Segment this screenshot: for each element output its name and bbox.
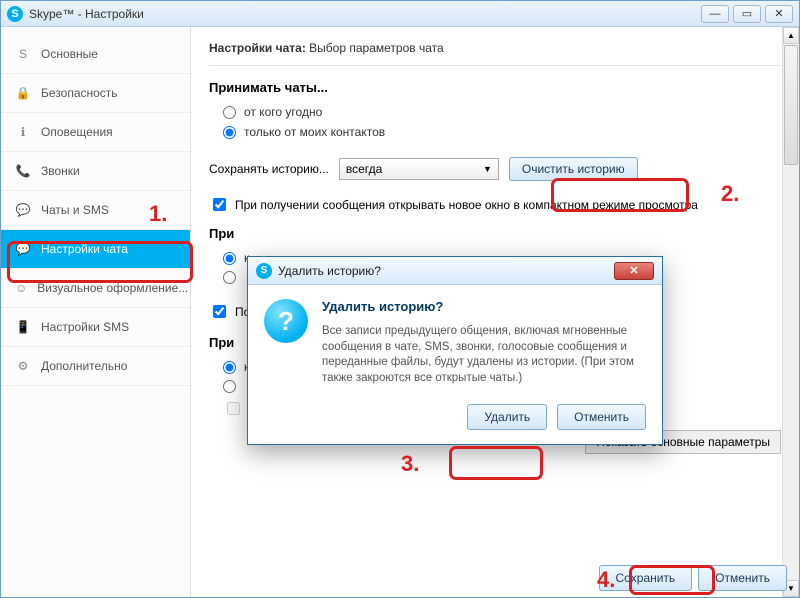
section-accept-chats: Принимать чаты...	[209, 80, 781, 95]
sidebar-item-label: Звонки	[41, 164, 80, 178]
cancel-button[interactable]: Отменить	[698, 565, 787, 591]
window-title: Skype™ - Настройки	[29, 7, 701, 21]
sidebar-item-label: Основные	[41, 47, 98, 61]
sms-icon: 📱	[15, 319, 31, 335]
dialog-close-button[interactable]: ✕	[614, 262, 654, 280]
radio-anyone[interactable]	[223, 106, 236, 119]
maximize-button[interactable]: ▭	[733, 5, 761, 23]
window-controls: — ▭ ✕	[701, 5, 793, 23]
sidebar-item-appearance[interactable]: ☺ Визуальное оформление...	[1, 269, 190, 308]
sidebar-item-label: Оповещения	[41, 125, 113, 139]
settings-window: S Skype™ - Настройки — ▭ ✕ S Основные 🔒 …	[0, 0, 800, 598]
vertical-scrollbar[interactable]: ▲ ▼	[782, 27, 799, 597]
radio-trunc1[interactable]	[223, 252, 236, 265]
save-button[interactable]: Сохранить	[599, 565, 693, 591]
section-pri1: При	[209, 226, 781, 241]
header-bold: Настройки чата:	[209, 41, 306, 55]
skype-icon: S	[7, 6, 23, 22]
radio-contacts[interactable]	[223, 126, 236, 139]
dropdown-value: всегда	[346, 162, 382, 176]
sidebar-item-label: Безопасность	[41, 86, 118, 100]
checkbox-po[interactable]	[213, 305, 226, 318]
main-header: Настройки чата: Выбор параметров чата	[209, 41, 781, 66]
sidebar-item-label: Чаты и SMS	[41, 203, 109, 217]
auto-accept-files-checkbox[interactable]	[227, 402, 240, 415]
sidebar-item-advanced[interactable]: ⚙ Дополнительно	[1, 347, 190, 386]
sidebar-item-general[interactable]: S Основные	[1, 35, 190, 74]
info-icon: ℹ	[15, 124, 31, 140]
sidebar-item-label: Настройки SMS	[41, 320, 129, 334]
radio-trunc2[interactable]	[223, 271, 236, 284]
history-label: Сохранять историю...	[209, 162, 329, 176]
chat-bubble-icon: 💬	[15, 241, 31, 257]
skype-s-icon: S	[15, 46, 31, 62]
dialog-description: Все записи предыдущего общения, включая …	[322, 324, 646, 386]
sidebar-item-chats-sms[interactable]: 💬 Чаты и SMS	[1, 191, 190, 230]
question-icon: ?	[264, 299, 308, 343]
history-dropdown[interactable]: всегда ▼	[339, 158, 499, 180]
lock-icon: 🔒	[15, 85, 31, 101]
dialog-titlebar: S Удалить историю? ✕	[248, 257, 662, 285]
phone-icon: 📞	[15, 163, 31, 179]
sidebar-item-notifications[interactable]: ℹ Оповещения	[1, 113, 190, 152]
sidebar-item-chat-settings[interactable]: 💬 Настройки чата	[1, 230, 190, 269]
dialog-title: Удалить историю?	[278, 264, 608, 278]
sidebar-item-label: Настройки чата	[41, 242, 128, 256]
skype-icon: S	[256, 263, 272, 279]
radio-label: только от моих контактов	[244, 125, 385, 139]
dialog-body: ? Удалить историю? Все записи предыдущег…	[248, 285, 662, 396]
sidebar-item-calls[interactable]: 📞 Звонки	[1, 152, 190, 191]
history-row: Сохранять историю... всегда ▼ Очистить и…	[209, 157, 781, 181]
accept-option-anyone[interactable]: от кого угодно	[223, 105, 781, 119]
sidebar: S Основные 🔒 Безопасность ℹ Оповещения 📞…	[1, 27, 191, 597]
chevron-down-icon: ▼	[483, 164, 492, 174]
sidebar-item-security[interactable]: 🔒 Безопасность	[1, 74, 190, 113]
compact-mode-checkbox-row[interactable]: При получении сообщения открывать новое …	[209, 195, 781, 214]
radio-trunc3[interactable]	[223, 361, 236, 374]
accept-option-contacts[interactable]: только от моих контактов	[223, 125, 781, 139]
sidebar-item-label: Дополнительно	[41, 359, 127, 373]
radio-label: от кого угодно	[244, 105, 322, 119]
dialog-actions: Удалить Отменить	[248, 396, 662, 444]
delete-history-dialog: S Удалить историю? ✕ ? Удалить историю? …	[247, 256, 663, 445]
compact-mode-checkbox[interactable]	[213, 198, 226, 211]
checkbox-label: При получении сообщения открывать новое …	[235, 198, 698, 212]
smiley-icon: ☺	[15, 280, 27, 296]
minimize-button[interactable]: —	[701, 5, 729, 23]
close-button[interactable]: ✕	[765, 5, 793, 23]
dialog-cancel-button[interactable]: Отменить	[557, 404, 646, 430]
radio-trunc4[interactable]	[223, 380, 236, 393]
scroll-up-icon[interactable]: ▲	[783, 27, 799, 44]
bottom-bar: Сохранить Отменить	[203, 565, 787, 591]
sidebar-item-label: Визуальное оформление...	[37, 281, 188, 295]
chat-icon: 💬	[15, 202, 31, 218]
titlebar: S Skype™ - Настройки — ▭ ✕	[1, 1, 799, 27]
gear-icon: ⚙	[15, 358, 31, 374]
dialog-heading: Удалить историю?	[322, 299, 646, 314]
header-rest: Выбор параметров чата	[306, 41, 444, 55]
dialog-delete-button[interactable]: Удалить	[467, 404, 547, 430]
clear-history-button[interactable]: Очистить историю	[509, 157, 638, 181]
sidebar-item-sms-settings[interactable]: 📱 Настройки SMS	[1, 308, 190, 347]
scrollbar-thumb[interactable]	[784, 45, 798, 165]
